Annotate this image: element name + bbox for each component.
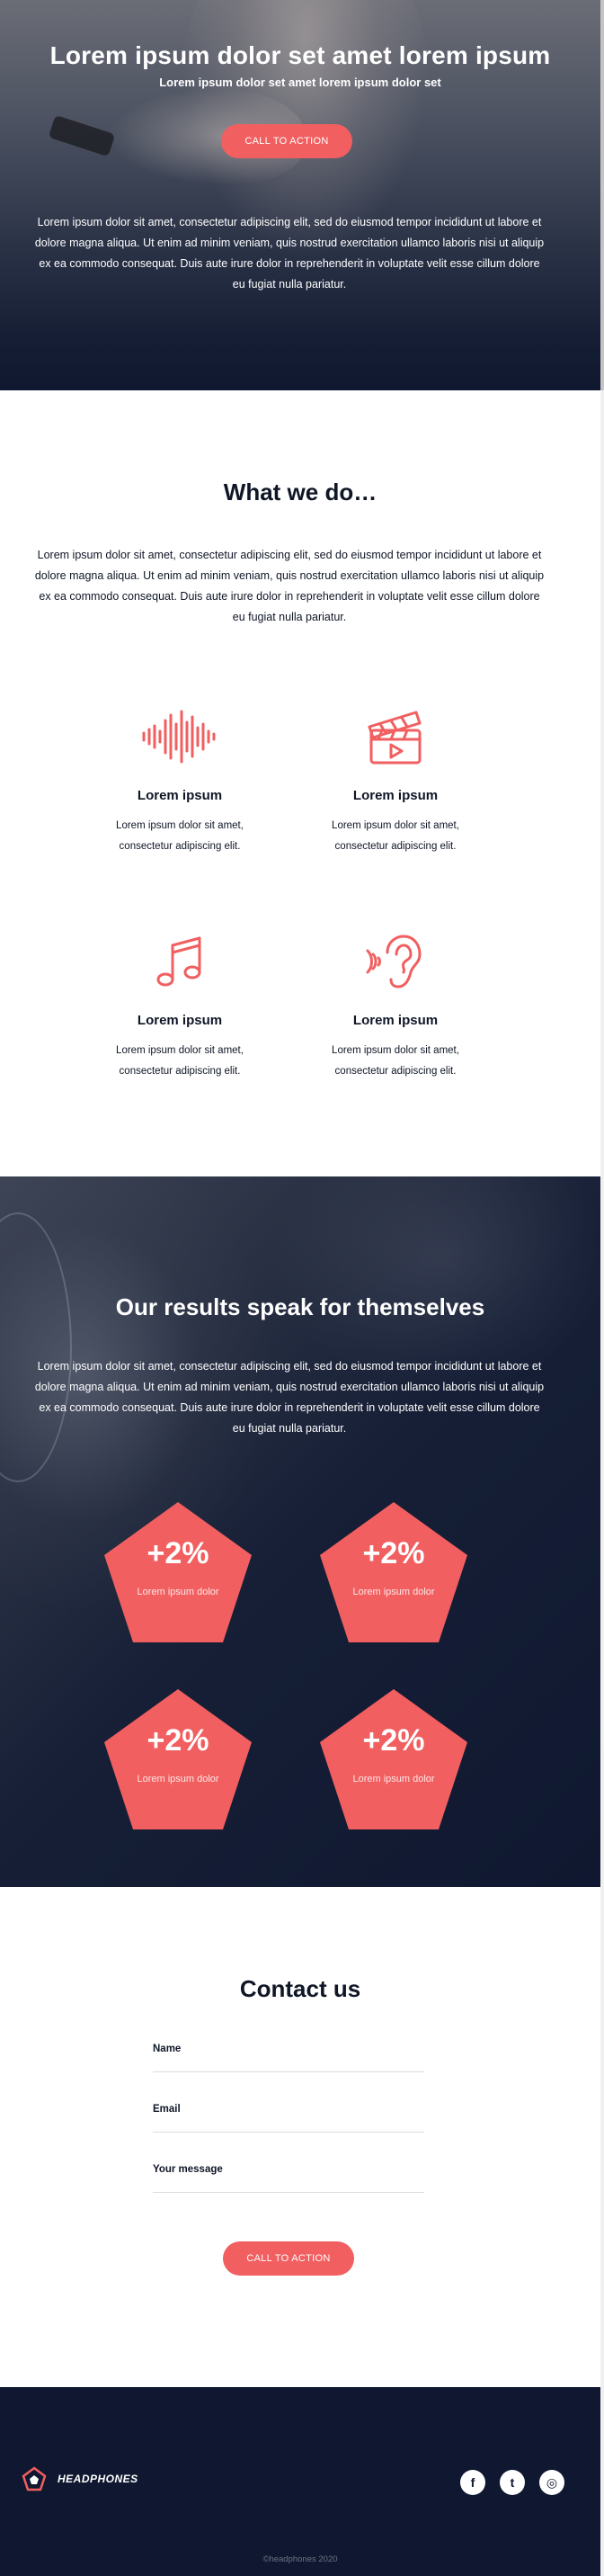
footer-logo[interactable]: HEADPHONES bbox=[22, 2466, 138, 2491]
scrollbar-thumb[interactable] bbox=[600, 0, 604, 390]
headphones-logo-icon bbox=[22, 2466, 47, 2491]
what-we-do-section: What we do… Lorem ipsum dolor sit amet, … bbox=[0, 390, 600, 1176]
stat-value: +2% bbox=[147, 1536, 209, 1570]
feature-description: Lorem ipsum dolor sit amet, consectetur … bbox=[116, 1045, 244, 1077]
feature-title: Lorem ipsum bbox=[137, 788, 223, 803]
feature-card: Lorem ipsum Lorem ipsum dolor sit amet, … bbox=[315, 930, 476, 1082]
stat-pentagon: +2% Lorem ipsum dolor bbox=[320, 1502, 467, 1642]
stat-value: +2% bbox=[362, 1536, 425, 1570]
contact-title: Contact us bbox=[239, 1975, 361, 2002]
hero-title: Lorem ipsum dolor set amet lorem ipsum bbox=[49, 41, 551, 69]
what-we-do-title: What we do… bbox=[223, 479, 378, 505]
social-links: f t ◎ bbox=[446, 2470, 564, 2495]
email-field[interactable]: Email bbox=[153, 2097, 424, 2133]
results-title: Our results speak for themselves bbox=[115, 1293, 485, 1320]
feature-title: Lorem ipsum bbox=[352, 788, 439, 803]
hero-cta-button[interactable]: CALL TO ACTION bbox=[221, 124, 352, 158]
name-field[interactable]: Name bbox=[153, 2036, 424, 2072]
what-we-do-body-text: Lorem ipsum dolor sit amet, consectetur … bbox=[34, 549, 545, 623]
stat-label: Lorem ipsum dolor bbox=[352, 1774, 435, 1784]
name-field-label: Name bbox=[153, 2044, 182, 2054]
facebook-icon[interactable]: f bbox=[460, 2470, 485, 2495]
hero-body-text: Lorem ipsum dolor sit amet, consectetur … bbox=[34, 216, 545, 291]
message-field-label: Your message bbox=[153, 2164, 223, 2175]
stat-label: Lorem ipsum dolor bbox=[352, 1587, 435, 1597]
ear-icon bbox=[315, 930, 476, 993]
stat-value: +2% bbox=[362, 1723, 425, 1758]
logo-text: HEADPHONES bbox=[58, 2473, 138, 2485]
results-body-text: Lorem ipsum dolor sit amet, consectetur … bbox=[34, 1360, 545, 1435]
feature-description: Lorem ipsum dolor sit amet, consectetur … bbox=[332, 820, 459, 852]
feature-card: Lorem ipsum Lorem ipsum dolor sit amet, … bbox=[99, 930, 261, 1082]
phone-image bbox=[48, 114, 116, 157]
feature-description: Lorem ipsum dolor sit amet, consectetur … bbox=[332, 1045, 459, 1077]
message-field[interactable]: Your message bbox=[153, 2157, 424, 2193]
music-note-icon bbox=[99, 930, 261, 993]
feature-title: Lorem ipsum bbox=[137, 1013, 223, 1028]
hero-subtitle: Lorem ipsum dolor set amet lorem ipsum d… bbox=[159, 76, 441, 89]
feature-description: Lorem ipsum dolor sit amet, consectetur … bbox=[116, 820, 244, 852]
page: Lorem ipsum dolor set amet lorem ipsum L… bbox=[0, 0, 604, 2576]
contact-submit-button[interactable]: CALL TO ACTION bbox=[223, 2241, 354, 2276]
twitter-icon[interactable]: t bbox=[500, 2470, 525, 2495]
stat-pentagon: +2% Lorem ipsum dolor bbox=[320, 1689, 467, 1829]
page-scrollbar[interactable] bbox=[600, 0, 604, 2576]
landing-page: Lorem ipsum dolor set amet lorem ipsum L… bbox=[0, 0, 600, 2576]
email-field-label: Email bbox=[153, 2104, 181, 2115]
feature-card: Lorem ipsum Lorem ipsum dolor sit amet, … bbox=[315, 705, 476, 857]
message-input[interactable] bbox=[153, 2178, 424, 2191]
stat-pentagon: +2% Lorem ipsum dolor bbox=[104, 1689, 252, 1829]
name-input[interactable] bbox=[153, 2058, 424, 2071]
feature-title: Lorem ipsum bbox=[352, 1013, 439, 1028]
hero-section: Lorem ipsum dolor set amet lorem ipsum L… bbox=[0, 0, 600, 390]
contact-section: Contact us Name Email Your message CALL … bbox=[0, 1887, 600, 2387]
email-input[interactable] bbox=[153, 2118, 424, 2131]
sound-wave-icon bbox=[99, 705, 261, 768]
feature-card: Lorem ipsum Lorem ipsum dolor sit amet, … bbox=[99, 705, 261, 857]
stat-pentagon: +2% Lorem ipsum dolor bbox=[104, 1502, 252, 1642]
instagram-icon[interactable]: ◎ bbox=[539, 2470, 564, 2495]
stat-label: Lorem ipsum dolor bbox=[137, 1774, 219, 1784]
copyright-text: ©headphones 2020 bbox=[262, 2554, 338, 2564]
clapperboard-icon bbox=[315, 705, 476, 768]
results-section: Our results speak for themselves Lorem i… bbox=[0, 1176, 600, 1887]
stat-label: Lorem ipsum dolor bbox=[137, 1587, 219, 1597]
stat-value: +2% bbox=[147, 1723, 209, 1758]
footer: HEADPHONES f t ◎ ©headphones 2020 bbox=[0, 2387, 600, 2576]
